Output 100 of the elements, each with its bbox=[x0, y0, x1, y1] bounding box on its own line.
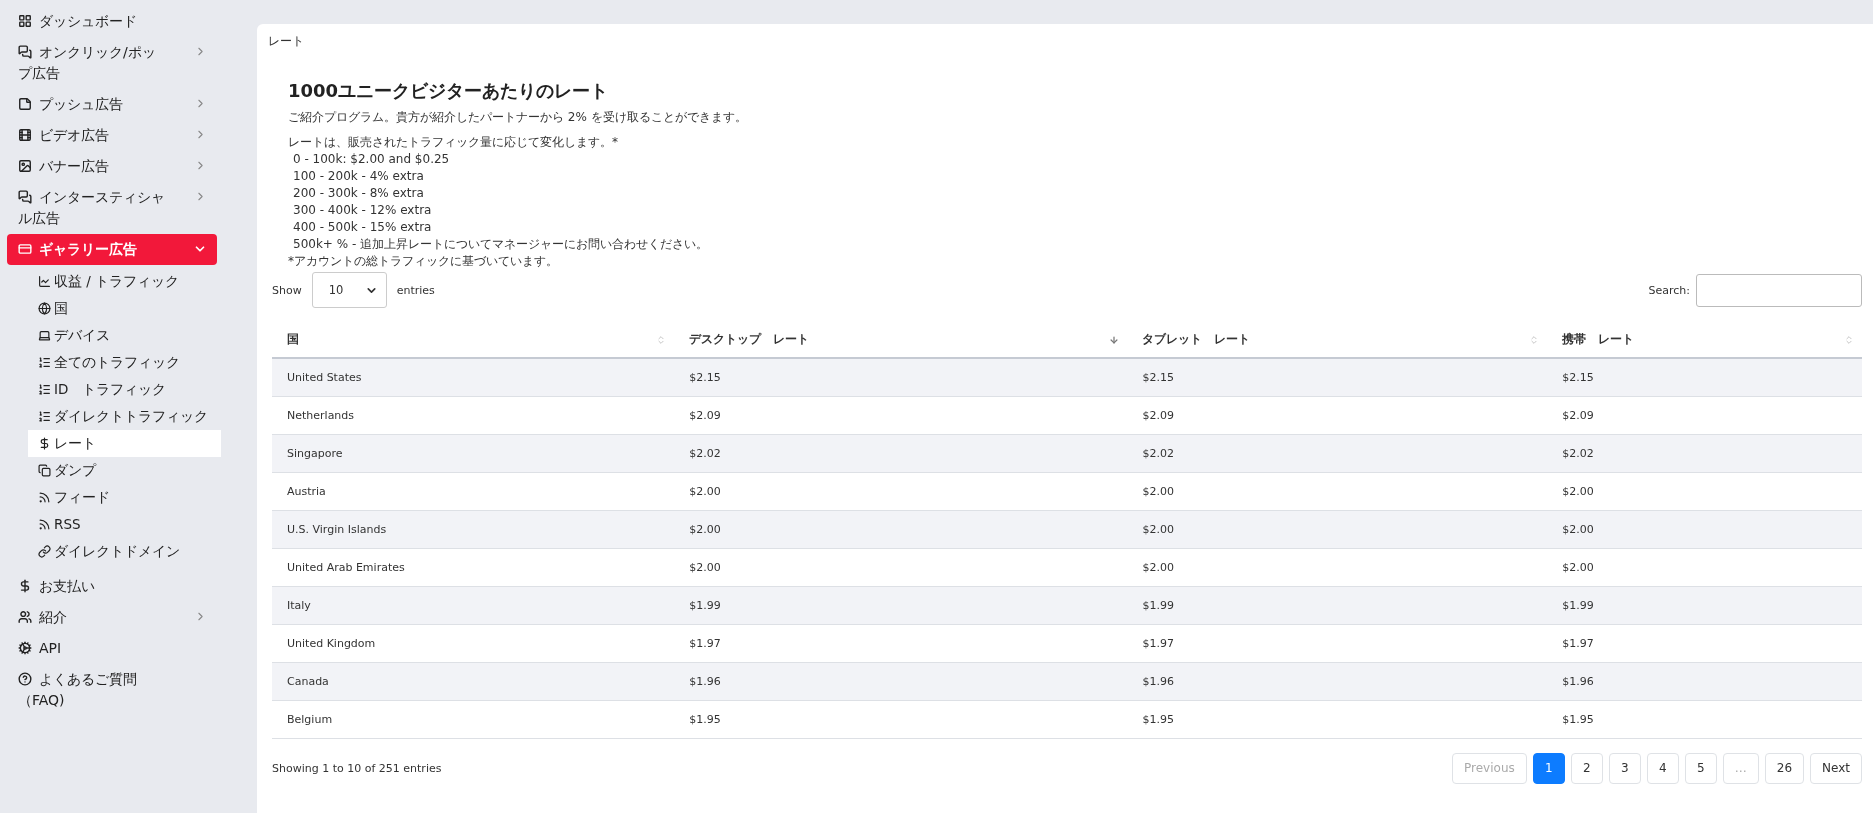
chat-icon bbox=[18, 45, 32, 59]
search-label: Search: bbox=[1648, 283, 1690, 297]
sidebar-item[interactable]: オンクリック/ポップ広告 bbox=[7, 37, 217, 89]
sidebar-item[interactable]: よくあるご質問（FAQ) bbox=[7, 664, 217, 716]
image-icon bbox=[18, 159, 32, 173]
page-button[interactable]: 3 bbox=[1608, 752, 1641, 784]
entries-label: entries bbox=[396, 283, 435, 297]
table-cell: $1.97 bbox=[1127, 624, 1548, 662]
page-size-select[interactable]: 10 bbox=[311, 272, 387, 308]
show-label: Show bbox=[272, 283, 302, 297]
table-cell: $2.15 bbox=[674, 358, 1128, 396]
table-cell: $2.00 bbox=[1547, 548, 1862, 586]
table-cell: $1.99 bbox=[674, 586, 1128, 624]
table-cell: $1.99 bbox=[1547, 586, 1862, 624]
table-cell: $1.96 bbox=[674, 662, 1128, 700]
sidebar-subitem[interactable]: 収益 / トラフィック bbox=[28, 268, 221, 295]
help-icon bbox=[18, 672, 32, 686]
table-cell: $2.00 bbox=[1547, 510, 1862, 548]
grid-icon bbox=[18, 14, 32, 28]
table-cell: Netherlands bbox=[272, 396, 675, 434]
footnote-text: *アカウントの総トラフィックに基づいています。 bbox=[288, 253, 558, 270]
table-cell: $2.15 bbox=[1547, 358, 1862, 396]
table-cell: $2.15 bbox=[1127, 358, 1548, 396]
link-icon bbox=[38, 545, 51, 558]
sidebar-subitem[interactable]: ダイレクトトラフィック bbox=[28, 403, 221, 430]
table-cell: $2.00 bbox=[1127, 472, 1548, 510]
page-button[interactable]: 26 bbox=[1764, 752, 1805, 784]
rate-tier-text: 300 - 400k - 12% extra bbox=[292, 202, 432, 219]
dollar-icon bbox=[18, 579, 32, 593]
table-cell: $1.95 bbox=[1547, 700, 1862, 738]
table-cell: $2.00 bbox=[674, 472, 1128, 510]
table-cell: $2.09 bbox=[1127, 396, 1548, 434]
table-cell: $1.96 bbox=[1127, 662, 1548, 700]
table-cell: Singapore bbox=[272, 434, 675, 472]
sidebar-subitem[interactable]: ダイレクトドメイン bbox=[28, 538, 221, 565]
sidebar-subitem[interactable]: RSS bbox=[28, 511, 221, 538]
page-button[interactable]: Next bbox=[1810, 752, 1862, 784]
table-cell: United Kingdom bbox=[272, 624, 675, 662]
page-title: 1000ユニークビジターあたりのレート bbox=[288, 79, 610, 103]
sidebar-item[interactable]: ギャラリー広告 bbox=[7, 234, 217, 265]
list-icon bbox=[38, 356, 51, 369]
description-text: ご紹介プログラム。貴方が紹介したパートナーから 2% を受け取ることができます。 bbox=[288, 109, 748, 126]
note-icon bbox=[18, 97, 32, 111]
table-cell: $2.00 bbox=[674, 510, 1128, 548]
rss-icon bbox=[38, 518, 51, 531]
sidebar-item[interactable]: API bbox=[7, 633, 217, 664]
rate-tier-text: 400 - 500k - 15% extra bbox=[292, 219, 432, 236]
globe-icon bbox=[38, 302, 51, 315]
sidebar-item[interactable]: バナー広告 bbox=[7, 151, 217, 182]
rate-tier-text: 500k+ % - 追加上昇レートについてマネージャーにお問い合わせください。 bbox=[292, 236, 709, 253]
page-button[interactable]: 4 bbox=[1646, 752, 1679, 784]
search-field[interactable] bbox=[1696, 273, 1862, 307]
table-cell: $1.96 bbox=[1547, 662, 1862, 700]
film-icon bbox=[18, 128, 32, 142]
sidebar-subitem[interactable]: ダンプ bbox=[28, 457, 221, 484]
table-cell: $1.97 bbox=[674, 624, 1128, 662]
table-cell: Austria bbox=[272, 472, 675, 510]
table-cell: United Arab Emirates bbox=[272, 548, 675, 586]
gear-icon bbox=[18, 641, 32, 655]
table-cell: United States bbox=[272, 358, 675, 396]
sidebar-item[interactable]: ダッシュボード bbox=[7, 6, 217, 37]
chat-icon bbox=[18, 190, 32, 204]
sidebar-subitem[interactable]: デバイス bbox=[28, 322, 221, 349]
table-cell: $2.02 bbox=[1547, 434, 1862, 472]
table-cell: $1.99 bbox=[1127, 586, 1548, 624]
table-cell: $1.95 bbox=[1127, 700, 1548, 738]
chart-icon bbox=[38, 275, 51, 288]
table-cell: $2.09 bbox=[674, 396, 1128, 434]
sidebar-item[interactable]: プッシュ広告 bbox=[7, 89, 217, 120]
table-cell: U.S. Virgin Islands bbox=[272, 510, 675, 548]
page-button[interactable]: 1 bbox=[1532, 752, 1565, 784]
table-cell: $1.95 bbox=[674, 700, 1128, 738]
rss-icon bbox=[38, 491, 51, 504]
sidebar-item[interactable]: 紹介 bbox=[7, 602, 217, 633]
page-button[interactable]: 5 bbox=[1684, 752, 1717, 784]
copy-icon bbox=[38, 464, 51, 477]
page-button[interactable]: 2 bbox=[1570, 752, 1603, 784]
rate-tier-text: 200 - 300k - 8% extra bbox=[292, 185, 424, 202]
sidebar-subitem[interactable]: レート bbox=[28, 430, 221, 457]
users-icon bbox=[18, 610, 32, 624]
sidebar-item[interactable]: インタースティシャル広告 bbox=[7, 182, 217, 234]
rate-tier-text: 100 - 200k - 4% extra bbox=[292, 168, 424, 185]
breadcrumb: レート bbox=[268, 34, 305, 49]
sidebar-subitem[interactable]: ID トラフィック bbox=[28, 376, 221, 403]
table-info: Showing 1 to 10 of 251 entries bbox=[272, 761, 442, 775]
list-icon bbox=[38, 410, 51, 423]
table-cell: $2.09 bbox=[1547, 396, 1862, 434]
sidebar-item[interactable]: ビデオ広告 bbox=[7, 120, 217, 151]
dollar-icon bbox=[38, 437, 51, 450]
list-icon bbox=[38, 383, 51, 396]
table-cell: $2.00 bbox=[1547, 472, 1862, 510]
table-cell: $2.00 bbox=[1127, 548, 1548, 586]
sidebar-subitem[interactable]: フィード bbox=[28, 484, 221, 511]
laptop-icon bbox=[38, 329, 51, 342]
sidebar-item[interactable]: お支払い bbox=[7, 571, 217, 602]
table-cell: Belgium bbox=[272, 700, 675, 738]
sidebar-subitem[interactable]: 全てのトラフィック bbox=[28, 349, 221, 376]
table-cell: $2.02 bbox=[1127, 434, 1548, 472]
table-cell: $1.97 bbox=[1547, 624, 1862, 662]
sidebar-subitem[interactable]: 国 bbox=[28, 295, 221, 322]
